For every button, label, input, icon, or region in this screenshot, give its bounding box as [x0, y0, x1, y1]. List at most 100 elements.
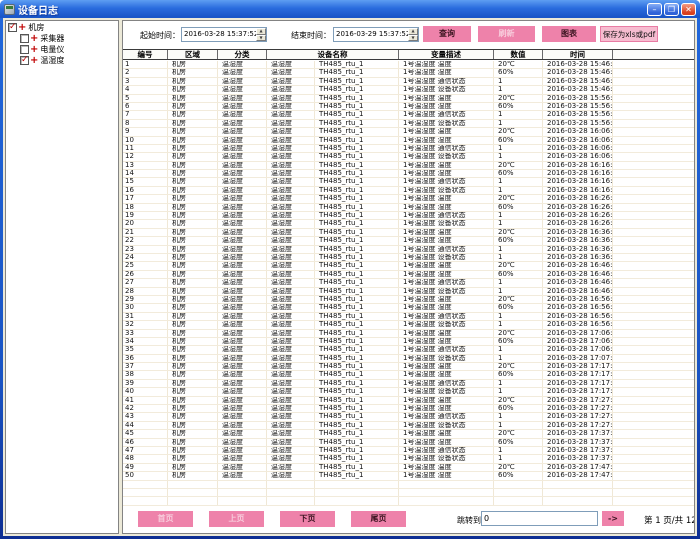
- table-row[interactable]: 26机房温湿度温湿度TH485_rtu_11号温湿度 湿度60%2016-03-…: [123, 271, 694, 279]
- end-time-input[interactable]: 2016-03-29 15:37:52 ▲ ▼: [333, 27, 419, 42]
- table-row[interactable]: 17机房温湿度温湿度TH485_rtu_11号温湿度 温度20℃2016-03-…: [123, 195, 694, 203]
- table-row[interactable]: 3机房温湿度温湿度TH485_rtu_11号温湿度 通信状态12016-03-2…: [123, 78, 694, 86]
- spinner-down-icon[interactable]: ▼: [408, 35, 418, 42]
- table-row[interactable]: 10机房温湿度温湿度TH485_rtu_11号温湿度 湿度60%2016-03-…: [123, 137, 694, 145]
- tree-expand-icon[interactable]: +: [30, 56, 38, 65]
- table-row[interactable]: 19机房温湿度温湿度TH485_rtu_11号温湿度 通信状态12016-03-…: [123, 212, 694, 220]
- table-row[interactable]: 38机房温湿度温湿度TH485_rtu_11号温湿度 湿度60%2016-03-…: [123, 371, 694, 379]
- table-row[interactable]: 6机房温湿度温湿度TH485_rtu_11号温湿度 湿度60%2016-03-2…: [123, 103, 694, 111]
- table-row[interactable]: 40机房温湿度温湿度TH485_rtu_11号温湿度 设备状态12016-03-…: [123, 388, 694, 396]
- cell-value: 60%: [494, 69, 543, 76]
- cell-device: TH485_rtu_1: [315, 237, 399, 244]
- table-row[interactable]: 18机房温湿度温湿度TH485_rtu_11号温湿度 湿度60%2016-03-…: [123, 204, 694, 212]
- table-row[interactable]: 16机房温湿度温湿度TH485_rtu_11号温湿度 设备状态12016-03-…: [123, 187, 694, 195]
- table-row[interactable]: [123, 481, 694, 489]
- table-row[interactable]: 34机房温湿度温湿度TH485_rtu_11号温湿度 湿度60%2016-03-…: [123, 338, 694, 346]
- table-row[interactable]: 20机房温湿度温湿度TH485_rtu_11号温湿度 设备状态12016-03-…: [123, 220, 694, 228]
- tree-item-1[interactable]: +采集器: [6, 33, 118, 44]
- cell-type: 温湿度: [267, 262, 315, 269]
- table-row[interactable]: 21机房温湿度温湿度TH485_rtu_11号温湿度 温度20℃2016-03-…: [123, 229, 694, 237]
- checked-checkbox[interactable]: [8, 23, 17, 32]
- table-row[interactable]: 9机房温湿度温湿度TH485_rtu_11号温湿度 温度20℃2016-03-2…: [123, 128, 694, 136]
- checked-checkbox[interactable]: [20, 56, 29, 65]
- table-row[interactable]: 47机房温湿度温湿度TH485_rtu_11号温湿度 通信状态12016-03-…: [123, 447, 694, 455]
- minimize-button[interactable]: –: [647, 3, 662, 16]
- table-row[interactable]: 50机房温湿度温湿度TH485_rtu_11号温湿度 湿度60%2016-03-…: [123, 472, 694, 480]
- table-row[interactable]: 48机房温湿度温湿度TH485_rtu_11号温湿度 设备状态12016-03-…: [123, 455, 694, 463]
- save-xls-pdf-button[interactable]: 保存为xls或pdf: [600, 26, 658, 42]
- table-row[interactable]: 23机房温湿度温湿度TH485_rtu_11号温湿度 通信状态12016-03-…: [123, 246, 694, 254]
- table-row[interactable]: 22机房温湿度温湿度TH485_rtu_11号温湿度 湿度60%2016-03-…: [123, 237, 694, 245]
- cell-type: 温湿度: [267, 271, 315, 278]
- unchecked-checkbox[interactable]: [20, 45, 29, 54]
- tree-expand-icon[interactable]: +: [30, 34, 38, 43]
- cell-no: 50: [123, 472, 168, 479]
- table-row[interactable]: 41机房温湿度温湿度TH485_rtu_11号温湿度 温度20℃2016-03-…: [123, 397, 694, 405]
- cell-time: 2016-03-28 17:37:04: [543, 439, 613, 446]
- table-row[interactable]: [123, 497, 694, 505]
- table-row[interactable]: 45机房温湿度温湿度TH485_rtu_11号温湿度 温度20℃2016-03-…: [123, 430, 694, 438]
- query-button[interactable]: 查询: [423, 26, 471, 42]
- unchecked-checkbox[interactable]: [20, 34, 29, 43]
- table-row[interactable]: 28机房温湿度温湿度TH485_rtu_11号温湿度 设备状态12016-03-…: [123, 288, 694, 296]
- first-page-button[interactable]: 首页: [138, 511, 193, 527]
- last-page-button[interactable]: 尾页: [351, 511, 406, 527]
- table-row[interactable]: 1机房温湿度温湿度TH485_rtu_11号温湿度 温度20℃2016-03-2…: [123, 61, 694, 69]
- table-row[interactable]: 5机房温湿度温湿度TH485_rtu_11号温湿度 温度20℃2016-03-2…: [123, 95, 694, 103]
- table-row[interactable]: 15机房温湿度温湿度TH485_rtu_11号温湿度 通信状态12016-03-…: [123, 178, 694, 186]
- table-row[interactable]: 36机房温湿度温湿度TH485_rtu_11号温湿度 设备状态12016-03-…: [123, 355, 694, 363]
- table-row[interactable]: 13机房温湿度温湿度TH485_rtu_11号温湿度 温度20℃2016-03-…: [123, 162, 694, 170]
- table-row[interactable]: 31机房温湿度温湿度TH485_rtu_11号温湿度 通信状态12016-03-…: [123, 313, 694, 321]
- cell-type: 温湿度: [267, 145, 315, 152]
- start-time-input[interactable]: 2016-03-28 15:37:52 ▲ ▼: [181, 27, 267, 42]
- table-row[interactable]: 7机房温湿度温湿度TH485_rtu_11号温湿度 通信状态12016-03-2…: [123, 111, 694, 119]
- cell-no: 7: [123, 111, 168, 118]
- cell-time: 2016-03-28 17:37:04: [543, 430, 613, 437]
- chart-button[interactable]: 图表: [542, 26, 596, 42]
- table-row[interactable]: 42机房温湿度温湿度TH485_rtu_11号温湿度 湿度60%2016-03-…: [123, 405, 694, 413]
- cell-category: 温湿度: [218, 397, 267, 404]
- table-row[interactable]: 39机房温湿度温湿度TH485_rtu_11号温湿度 通信状态12016-03-…: [123, 380, 694, 388]
- next-page-button[interactable]: 下页: [280, 511, 335, 527]
- cell-area: 机房: [168, 69, 218, 76]
- table-row[interactable]: 4机房温湿度温湿度TH485_rtu_11号温湿度 设备状态12016-03-2…: [123, 86, 694, 94]
- cell-time: 2016-03-28 15:46:47: [543, 61, 613, 68]
- table-row[interactable]: 24机房温湿度温湿度TH485_rtu_11号温湿度 设备状态12016-03-…: [123, 254, 694, 262]
- table-row[interactable]: 44机房温湿度温湿度TH485_rtu_11号温湿度 设备状态12016-03-…: [123, 422, 694, 430]
- tree-expand-icon[interactable]: +: [30, 45, 38, 54]
- tree-item-0[interactable]: +机房: [6, 22, 118, 33]
- table-row[interactable]: 46机房温湿度温湿度TH485_rtu_11号温湿度 湿度60%2016-03-…: [123, 439, 694, 447]
- table-row[interactable]: 25机房温湿度温湿度TH485_rtu_11号温湿度 温度20℃2016-03-…: [123, 262, 694, 270]
- spinner-down-icon[interactable]: ▼: [256, 35, 266, 42]
- table-row[interactable]: 35机房温湿度温湿度TH485_rtu_11号温湿度 通信状态12016-03-…: [123, 346, 694, 354]
- tree-item-3[interactable]: +温湿度: [6, 55, 118, 66]
- table-row[interactable]: 32机房温湿度温湿度TH485_rtu_11号温湿度 设备状态12016-03-…: [123, 321, 694, 329]
- prev-page-button[interactable]: 上页: [209, 511, 264, 527]
- go-button[interactable]: ->: [602, 511, 624, 526]
- table-row[interactable]: 2机房温湿度温湿度TH485_rtu_11号温湿度 湿度60%2016-03-2…: [123, 69, 694, 77]
- table-row[interactable]: 29机房温湿度温湿度TH485_rtu_11号温湿度 温度20℃2016-03-…: [123, 296, 694, 304]
- table-row[interactable]: [123, 489, 694, 497]
- table-row[interactable]: 12机房温湿度温湿度TH485_rtu_11号温湿度 设备状态12016-03-…: [123, 153, 694, 161]
- cell-value: 1: [494, 355, 543, 362]
- table-row[interactable]: 43机房温湿度温湿度TH485_rtu_11号温湿度 通信状态12016-03-…: [123, 413, 694, 421]
- table-row[interactable]: 33机房温湿度温湿度TH485_rtu_11号温湿度 温度20℃2016-03-…: [123, 330, 694, 338]
- table-row[interactable]: 27机房温湿度温湿度TH485_rtu_11号温湿度 通信状态12016-03-…: [123, 279, 694, 287]
- cell-device: TH485_rtu_1: [315, 246, 399, 253]
- close-button[interactable]: ✕: [681, 3, 696, 16]
- table-row[interactable]: 8机房温湿度温湿度TH485_rtu_11号温湿度 设备状态12016-03-2…: [123, 120, 694, 128]
- cell-device: TH485_rtu_1: [315, 405, 399, 412]
- cell-description: 1号温湿度 温度: [399, 430, 494, 437]
- cell-category: 温湿度: [218, 128, 267, 135]
- table-row[interactable]: 14机房温湿度温湿度TH485_rtu_11号温湿度 湿度60%2016-03-…: [123, 170, 694, 178]
- maximize-button[interactable]: ❐: [664, 3, 679, 16]
- table-row[interactable]: 49机房温湿度温湿度TH485_rtu_11号温湿度 温度20℃2016-03-…: [123, 464, 694, 472]
- tree-expand-icon[interactable]: +: [18, 23, 26, 32]
- table-row[interactable]: 30机房温湿度温湿度TH485_rtu_11号温湿度 湿度60%2016-03-…: [123, 304, 694, 312]
- refresh-button[interactable]: 刷新: [478, 26, 535, 42]
- cell-no: 21: [123, 229, 168, 236]
- tree-item-2[interactable]: +电量仪: [6, 44, 118, 55]
- jump-page-input[interactable]: 0: [481, 511, 598, 526]
- table-row[interactable]: 37机房温湿度温湿度TH485_rtu_11号温湿度 温度20℃2016-03-…: [123, 363, 694, 371]
- table-row[interactable]: 11机房温湿度温湿度TH485_rtu_11号温湿度 通信状态12016-03-…: [123, 145, 694, 153]
